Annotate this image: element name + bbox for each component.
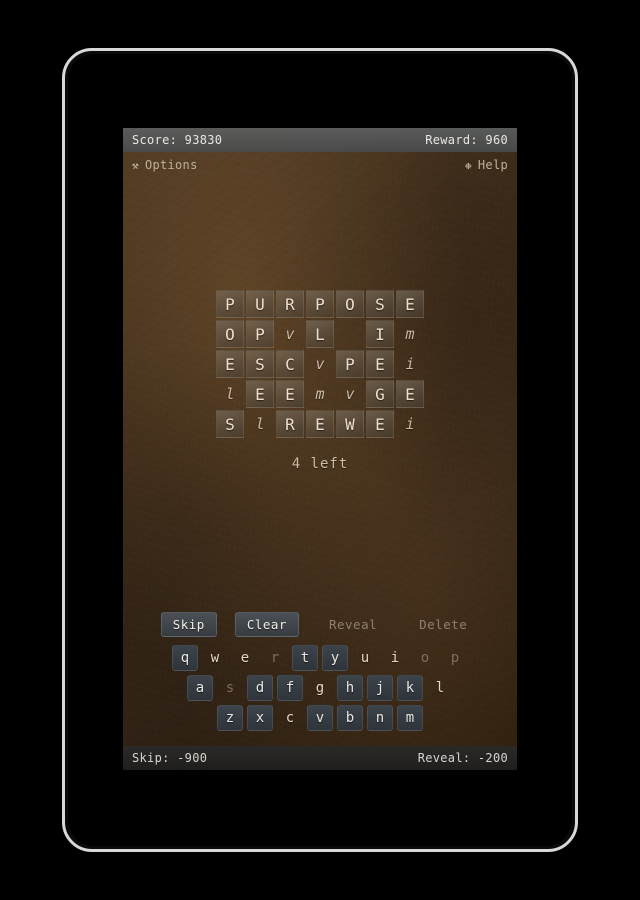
grid-cell-tile[interactable]: W bbox=[336, 410, 364, 438]
key-g[interactable]: g bbox=[307, 675, 333, 701]
keyboard-row: asdfghjkl bbox=[187, 675, 453, 701]
grid-cell-tile[interactable]: P bbox=[216, 290, 244, 318]
game-screen: Score: 93830 Reward: 960 ⚒ Options ❉ Hel… bbox=[123, 128, 517, 770]
on-screen-keyboard: qwertyuiopasdfghjklzxcvbnm bbox=[123, 645, 517, 731]
key-x[interactable]: x bbox=[247, 705, 273, 731]
options-menu-button[interactable]: ⚒ Options bbox=[132, 158, 198, 172]
key-c[interactable]: c bbox=[277, 705, 303, 731]
grid-cell-tile[interactable]: S bbox=[246, 350, 274, 378]
grid-cell-ghost: l bbox=[225, 385, 235, 403]
key-d[interactable]: d bbox=[247, 675, 273, 701]
skip-button[interactable]: Skip bbox=[160, 612, 217, 637]
grid-cell-tile[interactable]: E bbox=[216, 350, 244, 378]
grid-row: ESCvPEi bbox=[216, 350, 424, 378]
key-r: r bbox=[270, 650, 280, 666]
grid-cell-tile[interactable]: R bbox=[276, 290, 304, 318]
grid-cell-tile[interactable]: E bbox=[246, 380, 274, 408]
grid-cell-tile[interactable]: G bbox=[366, 380, 394, 408]
snowflake-icon: ❉ bbox=[464, 158, 472, 172]
key-v[interactable]: v bbox=[307, 705, 333, 731]
grid-cell-tile[interactable]: E bbox=[396, 290, 424, 318]
grid-cell-tile[interactable]: P bbox=[246, 320, 274, 348]
grid-cell-tile[interactable]: C bbox=[276, 350, 304, 378]
grid-cell-tile[interactable]: E bbox=[366, 410, 394, 438]
grid-row: SlREWEi bbox=[216, 410, 424, 438]
action-button-row: Skip Clear Reveal Delete bbox=[123, 612, 517, 637]
key-y[interactable]: y bbox=[322, 645, 348, 671]
key-t[interactable]: t bbox=[292, 645, 318, 671]
keyboard-row: qwertyuio p bbox=[172, 645, 468, 671]
grid-row: OPvL Im bbox=[216, 320, 424, 348]
grid-cell-tile[interactable]: P bbox=[306, 290, 334, 318]
crossed-tools-icon: ⚒ bbox=[132, 158, 139, 172]
grid-cell-tile[interactable]: U bbox=[246, 290, 274, 318]
key-q[interactable]: q bbox=[172, 645, 198, 671]
grid-cell-tile[interactable]: O bbox=[336, 290, 364, 318]
key-n[interactable]: n bbox=[367, 705, 393, 731]
grid-cell-ghost: l bbox=[255, 415, 265, 433]
grid-cell-tile[interactable]: L bbox=[306, 320, 334, 348]
clear-button[interactable]: Clear bbox=[234, 612, 299, 637]
score-label: Score: 93830 bbox=[132, 133, 223, 147]
key-l[interactable]: l bbox=[427, 675, 453, 701]
key-h[interactable]: h bbox=[337, 675, 363, 701]
options-label: Options bbox=[144, 158, 198, 172]
key-w[interactable]: w bbox=[202, 645, 228, 671]
grid-cell-tile[interactable]: S bbox=[366, 290, 394, 318]
bottom-status-bar: Skip: -900 Reveal: -200 bbox=[123, 746, 517, 770]
key-f[interactable]: f bbox=[277, 675, 303, 701]
grid-cell-ghost: i bbox=[405, 415, 415, 433]
key-b[interactable]: b bbox=[337, 705, 363, 731]
grid-cell-tile[interactable]: P bbox=[336, 350, 364, 378]
keyboard-row: zxcvbnm bbox=[217, 705, 423, 731]
key-s: s bbox=[225, 680, 235, 696]
grid-cell-ghost: i bbox=[405, 355, 415, 373]
key-z[interactable]: z bbox=[217, 705, 243, 731]
grid-cell-ghost: v bbox=[285, 325, 295, 343]
reward-label: Reward: 960 bbox=[425, 133, 508, 147]
grid-cell-tile[interactable]: I bbox=[366, 320, 394, 348]
key-i[interactable]: i bbox=[382, 645, 408, 671]
remaining-counter: 4 left bbox=[291, 456, 349, 472]
grid-cell-ghost: m bbox=[405, 325, 415, 343]
grid-cell-tile[interactable]: O bbox=[216, 320, 244, 348]
key-m[interactable]: m bbox=[397, 705, 423, 731]
reveal-cost-label: Reveal: -200 bbox=[417, 751, 508, 765]
delete-button: Delete bbox=[419, 617, 468, 632]
top-status-bar: Score: 93830 Reward: 960 bbox=[123, 128, 517, 152]
grid-cell-tile[interactable]: E bbox=[306, 410, 334, 438]
grid-row: lEEmvGE bbox=[216, 380, 424, 408]
grid-cell-tile[interactable]: R bbox=[276, 410, 304, 438]
skip-cost-label: Skip: -900 bbox=[132, 751, 208, 765]
grid-cell-tile[interactable]: S bbox=[216, 410, 244, 438]
grid-cell-tile[interactable]: E bbox=[276, 380, 304, 408]
help-menu-button[interactable]: ❉ Help bbox=[465, 158, 508, 172]
letter-grid: PURPOSEOPvLImESCvPEilEEmvGESlREWEi bbox=[123, 290, 517, 440]
menu-bar: ⚒ Options ❉ Help bbox=[123, 152, 517, 178]
key-k[interactable]: k bbox=[397, 675, 423, 701]
grid-row: PURPOSE bbox=[216, 290, 424, 318]
key-e[interactable]: e bbox=[232, 645, 258, 671]
grid-cell-tile[interactable]: E bbox=[366, 350, 394, 378]
key-o: o bbox=[420, 650, 430, 666]
grid-cell-ghost: m bbox=[315, 385, 325, 403]
grid-cell-ghost: v bbox=[345, 385, 355, 403]
reveal-button: Reveal bbox=[328, 617, 378, 632]
grid-cell-ghost: v bbox=[315, 355, 325, 373]
key-a[interactable]: a bbox=[187, 675, 213, 701]
grid-cell-tile[interactable]: E bbox=[396, 380, 424, 408]
grid-cell-empty bbox=[336, 320, 364, 348]
help-label: Help bbox=[477, 158, 508, 172]
key-p: p bbox=[450, 650, 460, 666]
key-u[interactable]: u bbox=[352, 645, 378, 671]
key-j[interactable]: j bbox=[367, 675, 393, 701]
